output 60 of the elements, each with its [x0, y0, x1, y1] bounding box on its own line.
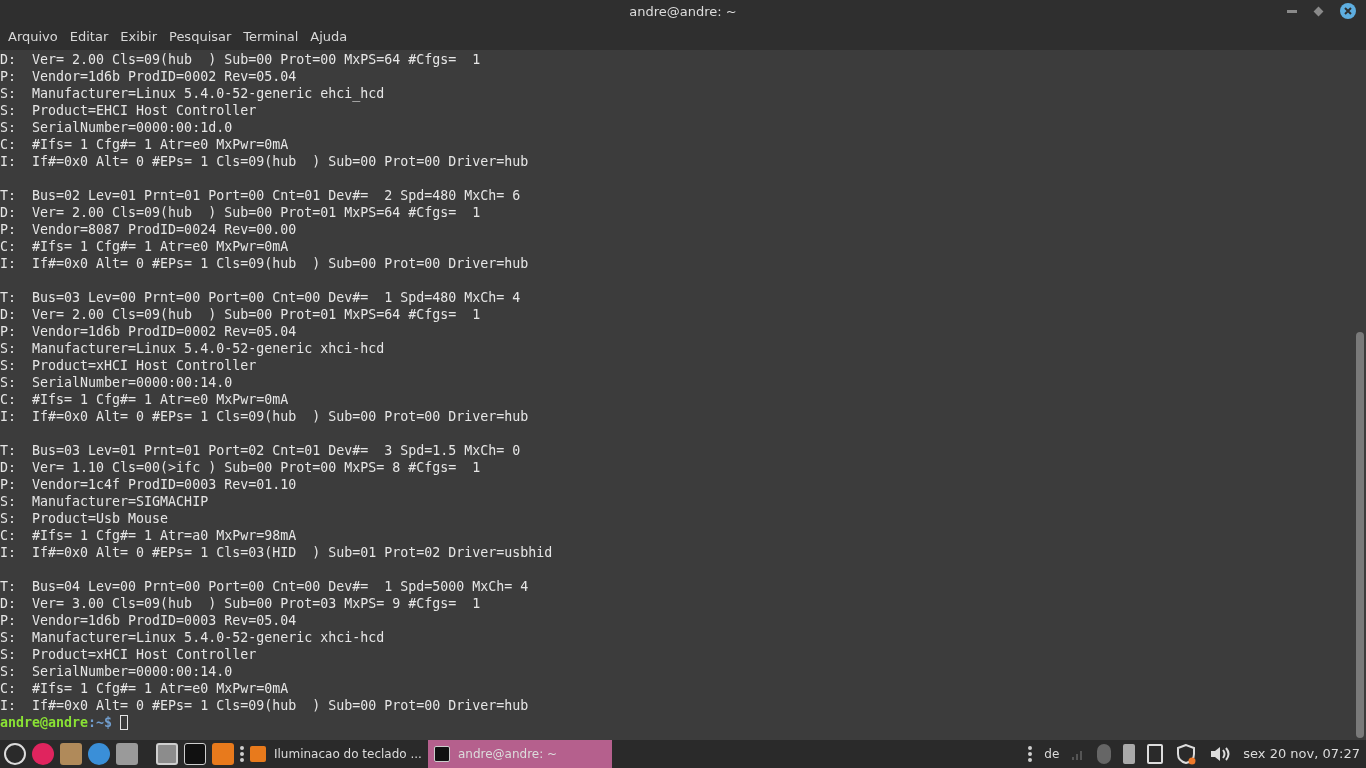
output-line: I: If#=0x0 Alt= 0 #EPs= 1 Cls=03(HID ) Sub=01 Prot=02 Driver=usbhid [0, 544, 553, 561]
output-line: S: Product=xHCI Host Controller [0, 357, 257, 374]
output-line: I: If#=0x0 Alt= 0 #EPs= 1 Cls=09(hub ) Sub=00 Prot=00 Driver=hub [0, 255, 529, 272]
grip-icon [1028, 746, 1033, 762]
close-icon [1344, 7, 1352, 15]
cursor [120, 715, 129, 730]
output-line: P: Vendor=1d6b ProdID=0002 Rev=05.04 [0, 68, 297, 85]
menu-icon[interactable] [4, 743, 26, 765]
menu-item[interactable]: Pesquisar [163, 27, 238, 47]
output-line: C: #Ifs= 1 Cfg#= 1 Atr=a0 MxPwr=98mA [0, 527, 297, 544]
output-line: D: Ver= 1.10 Cls=00(>ifc ) Sub=00 Prot=00 MxPS= 8 #Cfgs= 1 [0, 459, 481, 476]
output-line: D: Ver= 2.00 Cls=09(hub ) Sub=00 Prot=01 MxPS=64 #Cfgs= 1 [0, 204, 481, 221]
keyboard-layout[interactable]: de [1044, 745, 1060, 763]
menu-item[interactable]: Editar [63, 27, 115, 47]
output-line: D: Ver= 2.00 Cls=09(hub ) Sub=00 Prot=01 MxPS=64 #Cfgs= 1 [0, 306, 481, 323]
output-line: S: SerialNumber=0000:00:14.0 [0, 663, 233, 680]
output-line: S: Manufacturer=Linux 5.4.0-52-generic xhci-hcd [0, 340, 385, 357]
scrollbar-thumb[interactable] [1356, 332, 1364, 738]
prompt-user: andre@andre [0, 714, 89, 731]
menu-item[interactable]: Terminal [237, 27, 305, 47]
prompt-path: :~$ [88, 714, 113, 731]
menu-item[interactable]: Ajuda [304, 27, 354, 47]
output-line: S: SerialNumber=0000:00:14.0 [0, 374, 233, 391]
output-line: S: Manufacturer=Linux 5.4.0-52-generic xhci-hcd [0, 629, 385, 646]
output-line: S: Manufacturer=Linux 5.4.0-52-generic ehci_hcd [0, 85, 385, 102]
output-line: P: Vendor=1d6b ProdID=0002 Rev=05.04 [0, 323, 297, 340]
maximize-icon[interactable] [1313, 6, 1324, 16]
menu-item[interactable]: Arquivo [2, 27, 64, 47]
output-line: I: If#=0x0 Alt= 0 #EPs= 1 Cls=09(hub ) Sub=00 Prot=00 Driver=hub [0, 697, 529, 714]
output-line: T: Bus=03 Lev=01 Prnt=01 Port=02 Cnt=01 Dev#= 3 Spd=1.5 MxCh= 0 [0, 442, 521, 459]
shield-icon[interactable] [1175, 743, 1198, 765]
output-line: C: #Ifs= 1 Cfg#= 1 Atr=e0 MxPwr=0mA [0, 391, 289, 408]
output-line: D: Ver= 3.00 Cls=09(hub ) Sub=00 Prot=03 MxPS= 9 #Cfgs= 1 [0, 595, 481, 612]
output-line: T: Bus=04 Lev=00 Prnt=00 Port=00 Cnt=00 Dev#= 1 Spd=5000 MxCh= 4 [0, 578, 529, 595]
taskbar-window-button[interactable]: Iluminacao do teclado ... [244, 740, 428, 768]
output-line: P: Vendor=1c4f ProdID=0003 Rev=01.10 [0, 476, 297, 493]
output-line: T: Bus=03 Lev=00 Prnt=00 Port=00 Cnt=00 Dev#= 1 Spd=480 MxCh= 4 [0, 289, 521, 306]
minimize-icon[interactable] [1287, 9, 1297, 13]
output-line: I: If#=0x0 Alt= 0 #EPs= 1 Cls=09(hub ) Sub=00 Prot=00 Driver=hub [0, 408, 529, 425]
output-line: S: SerialNumber=0000:00:1d.0 [0, 119, 233, 136]
output-line: C: #Ifs= 1 Cfg#= 1 Atr=e0 MxPwr=0mA [0, 680, 289, 697]
output-line: P: Vendor=1d6b ProdID=0003 Rev=05.04 [0, 612, 297, 629]
output-line: I: If#=0x0 Alt= 0 #EPs= 1 Cls=09(hub ) Sub=00 Prot=00 Driver=hub [0, 153, 529, 170]
close-button[interactable] [1340, 3, 1356, 19]
monitor-icon[interactable] [156, 743, 178, 765]
output-line: P: Vendor=8087 ProdID=0024 Rev=00.00 [0, 221, 297, 238]
clock[interactable]: sex 20 nov, 07:27 [1243, 744, 1360, 764]
menu-item[interactable]: Exibir [114, 27, 163, 47]
output-line: S: Product=xHCI Host Controller [0, 646, 257, 663]
volume-icon[interactable] [1209, 744, 1232, 764]
output-line: C: #Ifs= 1 Cfg#= 1 Atr=e0 MxPwr=0mA [0, 136, 289, 153]
output-line: C: #Ifs= 1 Cfg#= 1 Atr=e0 MxPwr=0mA [0, 238, 289, 255]
output-line: S: Manufacturer=SIGMACHIP [0, 493, 209, 510]
window-title: andre@andre: ~ [629, 3, 737, 22]
output-line: T: Bus=02 Lev=01 Prnt=01 Port=00 Cnt=01 Dev#= 2 Spd=480 MxCh= 6 [0, 187, 521, 204]
output-line: S: Product=EHCI Host Controller [0, 102, 257, 119]
grip-icon [240, 746, 244, 762]
terminal-icon[interactable] [184, 743, 206, 765]
output-line: D: Ver= 2.00 Cls=09(hub ) Sub=00 Prot=00 MxPS=64 #Cfgs= 1 [0, 51, 481, 68]
output-line: S: Product=Usb Mouse [0, 510, 169, 527]
